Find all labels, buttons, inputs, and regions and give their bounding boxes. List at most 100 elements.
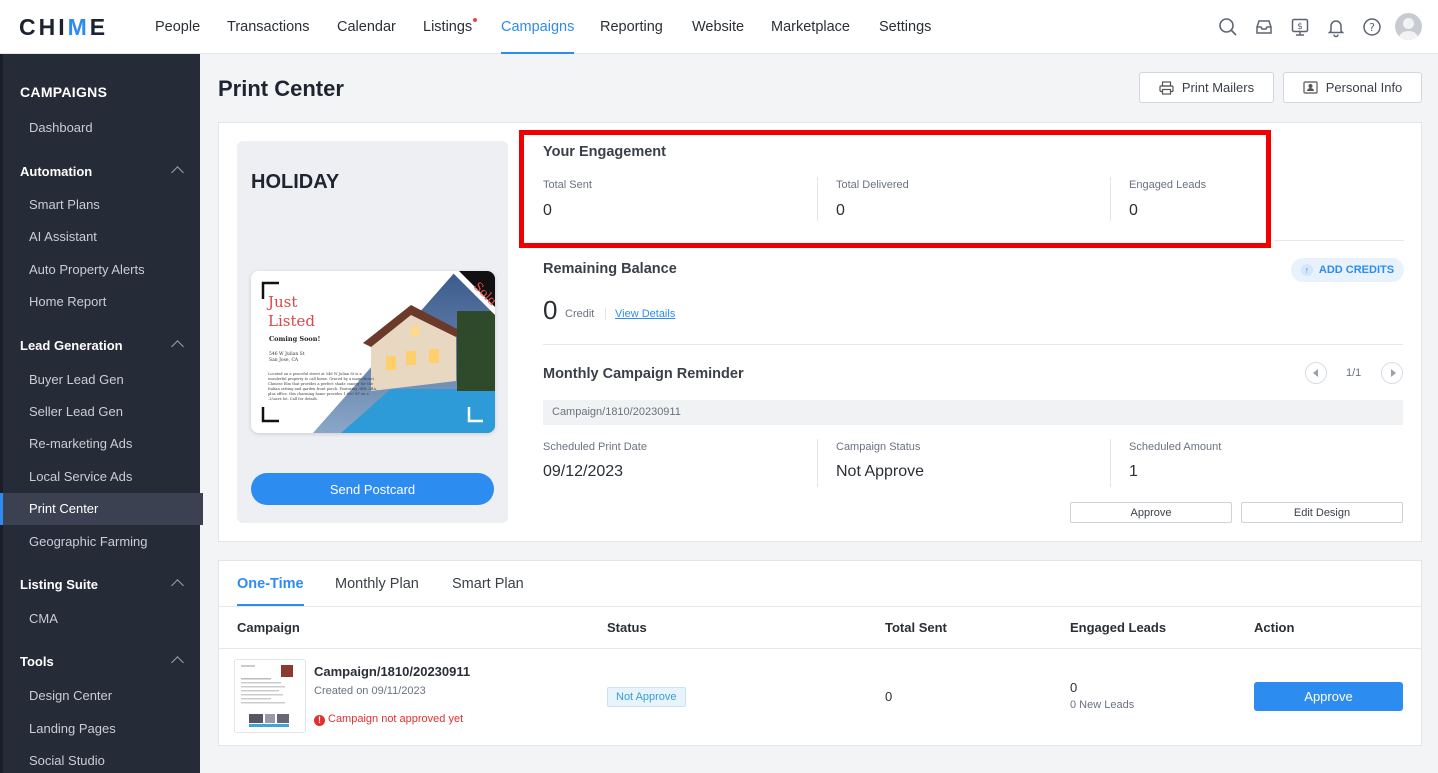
nav-people[interactable]: People [155,19,200,35]
bell-icon[interactable] [1325,16,1347,38]
send-postcard-button[interactable]: Send Postcard [251,473,494,505]
personal-info-button[interactable]: Personal Info [1283,72,1422,103]
sidebar-item-design-center[interactable]: Design Center [29,688,112,703]
sidebar-section-lead-generation[interactable]: Lead Generation [20,338,123,353]
printer-icon [1159,80,1174,95]
reminder-approve-button[interactable]: Approve [1070,502,1232,523]
row-engaged-leads: 0 [1070,680,1078,695]
balance-value: 0 [543,295,558,325]
scheduled-print-date-value: 09/12/2023 [543,463,624,480]
row-approve-button[interactable]: Approve [1254,682,1403,711]
reminder-campaign-name: Campaign/1810/20230911 [543,400,1403,425]
chevron-up-icon[interactable] [171,656,184,669]
column-header-action: Action [1254,620,1295,635]
scheduled-amount-label: Scheduled Amount [1129,441,1222,453]
postcard-headline-2: Listed [268,312,315,330]
postcard-subhead: Coming Soon! [269,335,320,343]
divider [1110,439,1111,487]
nav-listings[interactable]: Listings [423,18,478,35]
divider [219,606,1421,607]
sidebar-item-print-center[interactable]: Print Center [29,501,98,516]
sidebar-section-tools[interactable]: Tools [20,654,54,669]
divider [1274,240,1404,241]
scheduled-amount-value: 1 [1129,463,1138,480]
holiday-panel: HOLIDAY Sold Just Listed Coming Soon! 54… [237,141,508,523]
campaign-created-date: Created on 09/11/2023 [314,685,426,697]
svg-text:$: $ [1297,22,1303,32]
sidebar-item-social-studio[interactable]: Social Studio [29,753,105,768]
sidebar: CAMPAIGNS Dashboard Automation Smart Pla… [0,54,203,773]
sidebar-item-ai-assistant[interactable]: AI Assistant [29,229,97,244]
chime-logo[interactable]: CHIME [19,14,108,41]
billing-icon[interactable]: $ [1289,16,1311,38]
sidebar-item-dashboard[interactable]: Dashboard [29,120,93,135]
divider [817,439,818,487]
sidebar-item-seller-lead-gen[interactable]: Seller Lead Gen [29,404,123,419]
tab-smart-plan[interactable]: Smart Plan [452,576,524,592]
campaign-status-label: Campaign Status [836,441,921,453]
nav-transactions[interactable]: Transactions [227,19,309,35]
highlight-box [519,130,1271,248]
help-icon[interactable]: ? [1361,16,1383,38]
sidebar-item-local-service-ads[interactable]: Local Service Ads [29,469,132,484]
print-mailers-label: Print Mailers [1181,80,1255,95]
sidebar-item-remarketing-ads[interactable]: Re-marketing Ads [29,436,132,451]
sidebar-item-auto-property-alerts[interactable]: Auto Property Alerts [29,262,145,277]
nav-listings-label: Listings [423,19,473,35]
row-total-sent: 0 [885,689,893,704]
chevron-up-icon[interactable] [171,579,184,592]
campaign-thumbnail[interactable] [234,659,306,733]
sidebar-item-landing-pages[interactable]: Landing Pages [29,721,116,736]
prev-page-button[interactable] [1305,362,1327,384]
pager-indicator: 1/1 [1346,367,1362,379]
nav-settings[interactable]: Settings [879,19,931,35]
campaign-name[interactable]: Campaign/1810/20230911 [314,664,470,679]
holiday-title: HOLIDAY [251,171,340,193]
inbox-icon[interactable] [1253,16,1275,38]
sidebar-item-geographic-farming[interactable]: Geographic Farming [29,534,148,549]
notification-dot [473,18,478,22]
tab-one-time[interactable]: One-Time [237,576,304,606]
tab-monthly-plan[interactable]: Monthly Plan [335,576,419,592]
nav-website[interactable]: Website [692,19,744,35]
nav-marketplace[interactable]: Marketplace [771,19,850,35]
divider [219,648,1421,649]
column-header-status: Status [607,620,647,635]
sidebar-section-listing-suite[interactable]: Listing Suite [20,577,98,592]
add-credits-label: ADD CREDITS [1318,264,1395,276]
print-mailers-button[interactable]: Print Mailers [1139,72,1274,103]
scheduled-print-date-label: Scheduled Print Date [543,441,647,453]
view-details-link[interactable]: View Details [615,308,675,320]
next-page-button[interactable] [1381,362,1403,384]
sidebar-section-automation[interactable]: Automation [20,164,92,179]
sidebar-item-cma[interactable]: CMA [29,611,58,626]
sidebar-item-home-report[interactable]: Home Report [29,294,106,309]
column-header-engaged-leads: Engaged Leads [1070,620,1167,635]
postcard-address-2: San Jose, CA [269,357,299,363]
sidebar-item-smart-plans[interactable]: Smart Plans [29,197,100,212]
chevron-up-icon[interactable] [171,166,184,179]
postcard-body-text: Located on a peaceful street at 546 W Ju… [268,372,378,401]
nav-campaigns[interactable]: Campaigns [501,19,575,54]
balance-unit: Credit [565,308,595,320]
top-navbar: CHIME People Transactions Calendar Listi… [0,0,1438,54]
edit-design-button[interactable]: Edit Design [1241,502,1403,523]
sidebar-title: CAMPAIGNS [20,84,108,100]
sidebar-item-buyer-lead-gen[interactable]: Buyer Lead Gen [29,372,124,387]
nav-reporting[interactable]: Reporting [600,19,663,35]
search-icon[interactable] [1217,16,1239,38]
postcard-preview[interactable]: Sold Just Listed Coming Soon! 546 W Juli… [251,271,495,433]
campaigns-table-card: One-Time Monthly Plan Smart Plan Campaig… [218,560,1422,746]
monthly-reminder-title: Monthly Campaign Reminder [543,366,744,382]
user-avatar[interactable] [1395,13,1422,40]
campaign-status-value: Not Approve [836,463,925,480]
campaign-warning: ! Campaign not approved yet [314,713,463,726]
nav-calendar[interactable]: Calendar [337,19,396,35]
postcard-address-1: 546 W Julian St [269,351,305,357]
warning-icon: ! [314,715,325,726]
chevron-up-icon[interactable] [171,340,184,353]
add-credits-button[interactable]: ↑ ADD CREDITS [1291,258,1404,282]
campaign-thumbnail-image [241,665,293,727]
campaign-warning-text: Campaign not approved yet [328,713,464,725]
id-card-icon [1303,81,1318,94]
